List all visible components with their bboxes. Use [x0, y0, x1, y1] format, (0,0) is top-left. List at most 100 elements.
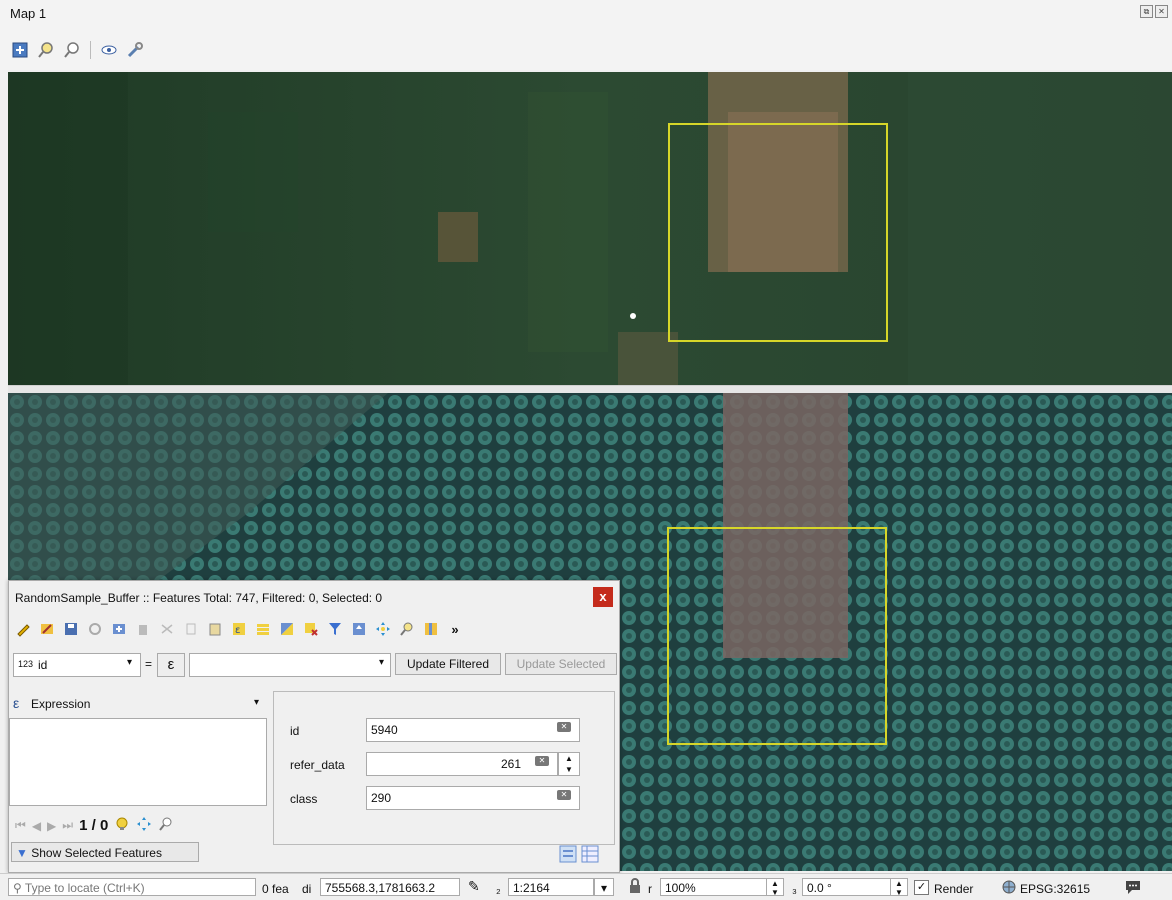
filter-value-input[interactable]: ▾: [189, 653, 391, 677]
form-view-icon[interactable]: [559, 845, 577, 866]
expression-label: Expression: [31, 697, 91, 711]
expression-header[interactable]: ε Expression ▾: [11, 693, 263, 715]
field-value-id: 5940: [371, 723, 398, 737]
float-icon[interactable]: ⧉: [1140, 5, 1153, 18]
globe-icon: [1002, 880, 1016, 897]
filter-icon: ▼: [16, 846, 28, 860]
delete-feature-icon[interactable]: [133, 619, 153, 639]
dialog-close-button[interactable]: x: [593, 587, 613, 607]
zoom-icon[interactable]: [158, 816, 174, 835]
expression-select-icon[interactable]: ε: [229, 619, 249, 639]
previous-feature-icon[interactable]: ◀: [32, 819, 41, 833]
new-field-icon[interactable]: [421, 619, 441, 639]
cut-icon[interactable]: [157, 619, 177, 639]
scale-dropdown-icon[interactable]: ▾: [594, 878, 614, 896]
pan-icon[interactable]: [136, 816, 152, 835]
crs-button[interactable]: EPSG:32615: [1020, 882, 1090, 896]
field-label-id: id: [290, 724, 300, 738]
copy-icon[interactable]: [181, 619, 201, 639]
field-label-refer-data: refer_data: [290, 758, 345, 772]
clear-icon[interactable]: ✕: [535, 756, 549, 766]
chevron-down-icon: ▾: [126, 657, 132, 668]
select-all-icon[interactable]: [253, 619, 273, 639]
attribute-table-dialog: RandomSample_Buffer :: Features Total: 7…: [8, 580, 620, 873]
next-feature-icon[interactable]: ▶: [47, 819, 56, 833]
edit-pencil-icon[interactable]: [13, 619, 33, 639]
update-selected-button[interactable]: Update Selected: [505, 653, 617, 675]
messages-icon[interactable]: [1124, 878, 1142, 899]
dialog-title: RandomSample_Buffer :: Features Total: 7…: [15, 591, 383, 605]
rotation-label: ₃: [792, 882, 797, 896]
save-edits-icon[interactable]: [61, 619, 81, 639]
window-controls: ⧉ ✕: [1140, 5, 1168, 18]
chevron-down-icon: ▾: [253, 697, 259, 708]
visibility-icon[interactable]: [99, 40, 119, 60]
pan-to-selection-icon[interactable]: [373, 619, 393, 639]
table-view-icon[interactable]: [581, 845, 599, 866]
more-tools-icon[interactable]: »: [445, 619, 465, 639]
invert-selection-icon[interactable]: [277, 619, 297, 639]
field-value-refer-data: 261: [500, 757, 521, 771]
expression-icon: ε: [13, 695, 20, 711]
magnifier-spinbox[interactable]: ▲ ▼: [766, 878, 784, 897]
render-label: Render: [934, 882, 974, 896]
coordinate-toggle-icon[interactable]: ✎: [468, 878, 480, 895]
field-input-class[interactable]: 290 ✕: [366, 786, 580, 810]
show-features-label: Show Selected Features: [31, 846, 162, 860]
feature-form: id 5940 ✕ refer_data 261 ✕ ▲ ▼ class 290 …: [273, 691, 615, 845]
add-feature-icon[interactable]: [109, 619, 129, 639]
highlight-bulb-icon[interactable]: [114, 816, 130, 835]
field-input-refer-data[interactable]: 261 ✕: [366, 752, 558, 776]
chevron-down-icon: ▾: [378, 657, 384, 668]
locator-placeholder: Type to locate (Ctrl+K): [24, 881, 145, 895]
feature-list[interactable]: [9, 718, 267, 806]
field-value-class: 290: [371, 791, 392, 805]
deselect-icon[interactable]: [301, 619, 321, 639]
lock-icon[interactable]: [628, 878, 642, 897]
settings-wrench-icon[interactable]: [125, 40, 145, 60]
zoom-full-icon[interactable]: [10, 40, 30, 60]
rotation-spinbox[interactable]: ▲ ▼: [890, 878, 908, 897]
coordinate-label: di: [302, 882, 312, 896]
move-selection-top-icon[interactable]: [349, 619, 369, 639]
raster-lowres: [8, 72, 1172, 385]
reload-icon[interactable]: [85, 619, 105, 639]
expression-button[interactable]: ε: [157, 653, 185, 677]
field-input-id[interactable]: 5940 ✕: [366, 718, 580, 742]
spinbox-arrows[interactable]: ▲ ▼: [558, 752, 580, 776]
features-status: 0 fea: [262, 882, 289, 896]
close-icon[interactable]: ✕: [1155, 5, 1168, 18]
svg-text:ε: ε: [235, 625, 240, 636]
last-feature-icon[interactable]: ⏭: [62, 818, 73, 833]
scale-label: ₂: [496, 882, 501, 896]
clear-icon[interactable]: ✕: [557, 722, 571, 732]
multi-edit-icon[interactable]: [37, 619, 57, 639]
first-feature-icon[interactable]: ⏮: [15, 818, 26, 833]
zoom-to-selection-icon[interactable]: [397, 619, 417, 639]
rotation-field[interactable]: 0.0 °: [802, 878, 892, 896]
filter-icon[interactable]: [325, 619, 345, 639]
locator-input[interactable]: ⚲ Type to locate (Ctrl+K): [8, 878, 256, 896]
field-select[interactable]: 123 id ▾: [13, 653, 141, 677]
coordinate-field[interactable]: 755568.3,1781663.2: [320, 878, 460, 896]
scale-field[interactable]: 1:2164: [508, 878, 594, 896]
zoom-layer-icon[interactable]: [36, 40, 56, 60]
search-icon: ⚲: [13, 881, 22, 895]
update-filtered-button[interactable]: Update Filtered: [395, 653, 501, 675]
dialog-toolbar: ε »: [13, 619, 465, 639]
map-toolbar: [10, 40, 145, 60]
equals-label: =: [145, 657, 153, 671]
field-select-value: id: [38, 658, 48, 672]
clear-icon[interactable]: ✕: [557, 790, 571, 800]
magnifier-field[interactable]: 100%: [660, 878, 768, 896]
view-switch: [559, 845, 599, 866]
render-checkbox[interactable]: ✓: [914, 880, 929, 895]
paste-icon[interactable]: [205, 619, 225, 639]
show-features-button[interactable]: ▼ Show Selected Features: [11, 842, 199, 862]
toolbar-separator: [90, 41, 91, 59]
map-canvas-top[interactable]: [8, 72, 1172, 385]
window-title: Map 1: [10, 6, 47, 21]
window-titlebar: Map 1 ⧉ ✕: [0, 0, 1172, 70]
zoom-selection-icon[interactable]: [62, 40, 82, 60]
navigation-bar: ⏮ ◀ ▶ ⏭ 1 / 0: [15, 816, 174, 835]
